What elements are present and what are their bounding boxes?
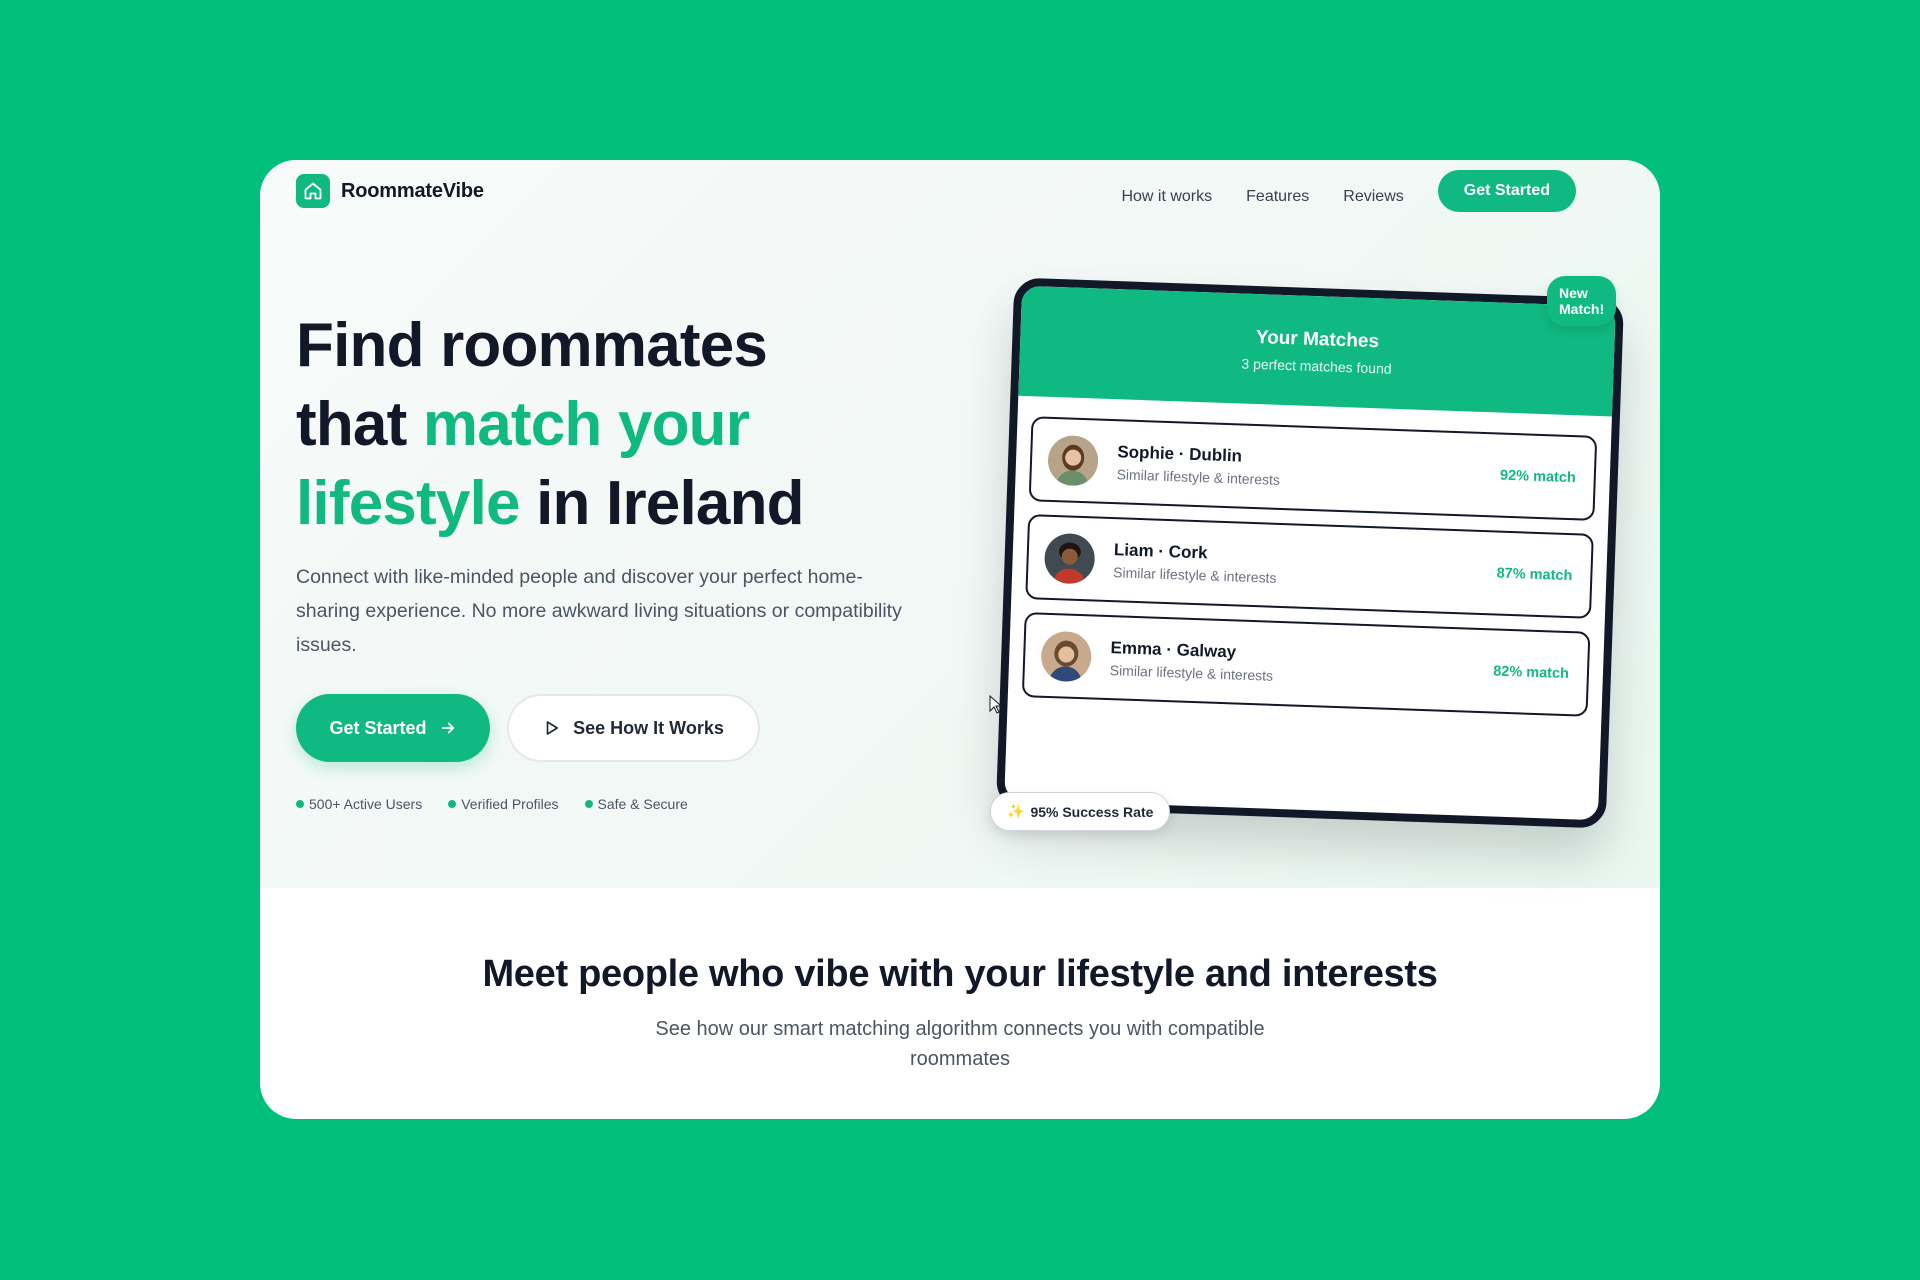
avatar	[1043, 532, 1096, 584]
nav-link-how-it-works[interactable]: How it works	[1121, 188, 1212, 206]
new-match-badge: New Match!	[1547, 276, 1617, 326]
matches-subtitle: 3 perfect matches found	[1241, 354, 1392, 377]
see-how-it-works-label: See How It Works	[573, 717, 724, 738]
house-icon	[296, 174, 330, 208]
top-nav: How it works Features Reviews Get Starte…	[1121, 170, 1576, 212]
sparkle-icon: ✨	[1007, 803, 1025, 819]
trust-label: Safe & Secure	[597, 796, 688, 812]
brand-logo[interactable]: RoommateVibe	[296, 174, 484, 208]
match-card-liam[interactable]: Liam · Cork Similar lifestyle & interest…	[1025, 514, 1594, 619]
play-icon	[546, 721, 559, 735]
hero-headline: Find roommates that match your lifestyle …	[296, 306, 916, 543]
green-dot-icon	[296, 800, 304, 808]
hero-subtext: Connect with like-minded people and disc…	[296, 566, 902, 656]
match-info: Emma · Galway Similar lifestyle & intere…	[1110, 638, 1494, 691]
trust-label: Verified Profiles	[461, 796, 559, 812]
brand-name: RoommateVibe	[341, 179, 484, 202]
trust-label: 500+ Active Users	[309, 796, 423, 812]
nav-link-reviews[interactable]: Reviews	[1343, 188, 1403, 206]
match-info: Sophie · Dublin Similar lifestyle & inte…	[1116, 442, 1500, 495]
headline-line1: Find roommates	[296, 311, 768, 380]
success-rate-badge: ✨ 95% Success Rate	[990, 792, 1171, 831]
nav-get-started-button[interactable]: Get Started	[1437, 170, 1576, 212]
get-started-button[interactable]: Get Started	[296, 694, 490, 762]
match-card-sophie[interactable]: Sophie · Dublin Similar lifestyle & inte…	[1028, 416, 1598, 521]
avatar	[1040, 630, 1093, 682]
match-list: Sophie · Dublin Similar lifestyle & inte…	[1008, 396, 1612, 718]
success-rate-label: 95% Success Rate	[1030, 803, 1154, 820]
trust-item-verified: Verified Profiles	[448, 796, 559, 812]
phone-frame: Your Matches 3 perfect matches found Sop…	[995, 277, 1625, 829]
matches-header: Your Matches 3 perfect matches found	[1018, 285, 1616, 417]
landing-page: RoommateVibe How it works Features Revie…	[260, 160, 1660, 1119]
green-dot-icon	[584, 800, 593, 808]
section-title: Meet people who vibe with your lifestyle…	[482, 953, 1438, 995]
match-percent: 87% match	[1496, 565, 1573, 584]
avatar	[1047, 434, 1099, 487]
matches-mockup: Your Matches 3 perfect matches found Sop…	[960, 276, 1625, 860]
nav-link-features[interactable]: Features	[1246, 188, 1309, 206]
headline-that: that	[296, 390, 423, 459]
green-dot-icon	[448, 800, 457, 808]
trust-indicators: 500+ Active Users Verified Profiles Safe…	[296, 796, 688, 812]
headline-end: in Ireland	[519, 469, 804, 538]
section-subtitle: See how our smart matching algorithm con…	[655, 1018, 1265, 1070]
trust-item-secure: Safe & Secure	[584, 796, 688, 812]
matches-title: Your Matches	[1255, 326, 1380, 352]
match-card-emma[interactable]: Emma · Galway Similar lifestyle & intere…	[1021, 612, 1591, 717]
match-percent: 82% match	[1492, 662, 1570, 682]
mouse-cursor-icon	[989, 695, 1003, 714]
arrow-right-icon	[441, 722, 454, 734]
see-how-it-works-button[interactable]: See How It Works	[507, 694, 760, 762]
match-percent: 92% match	[1499, 467, 1577, 486]
match-info: Liam · Cork Similar lifestyle & interest…	[1113, 540, 1497, 593]
get-started-label: Get Started	[329, 717, 427, 738]
hero-section: RoommateVibe How it works Features Revie…	[260, 160, 1660, 888]
trust-item-users: 500+ Active Users	[296, 796, 422, 812]
